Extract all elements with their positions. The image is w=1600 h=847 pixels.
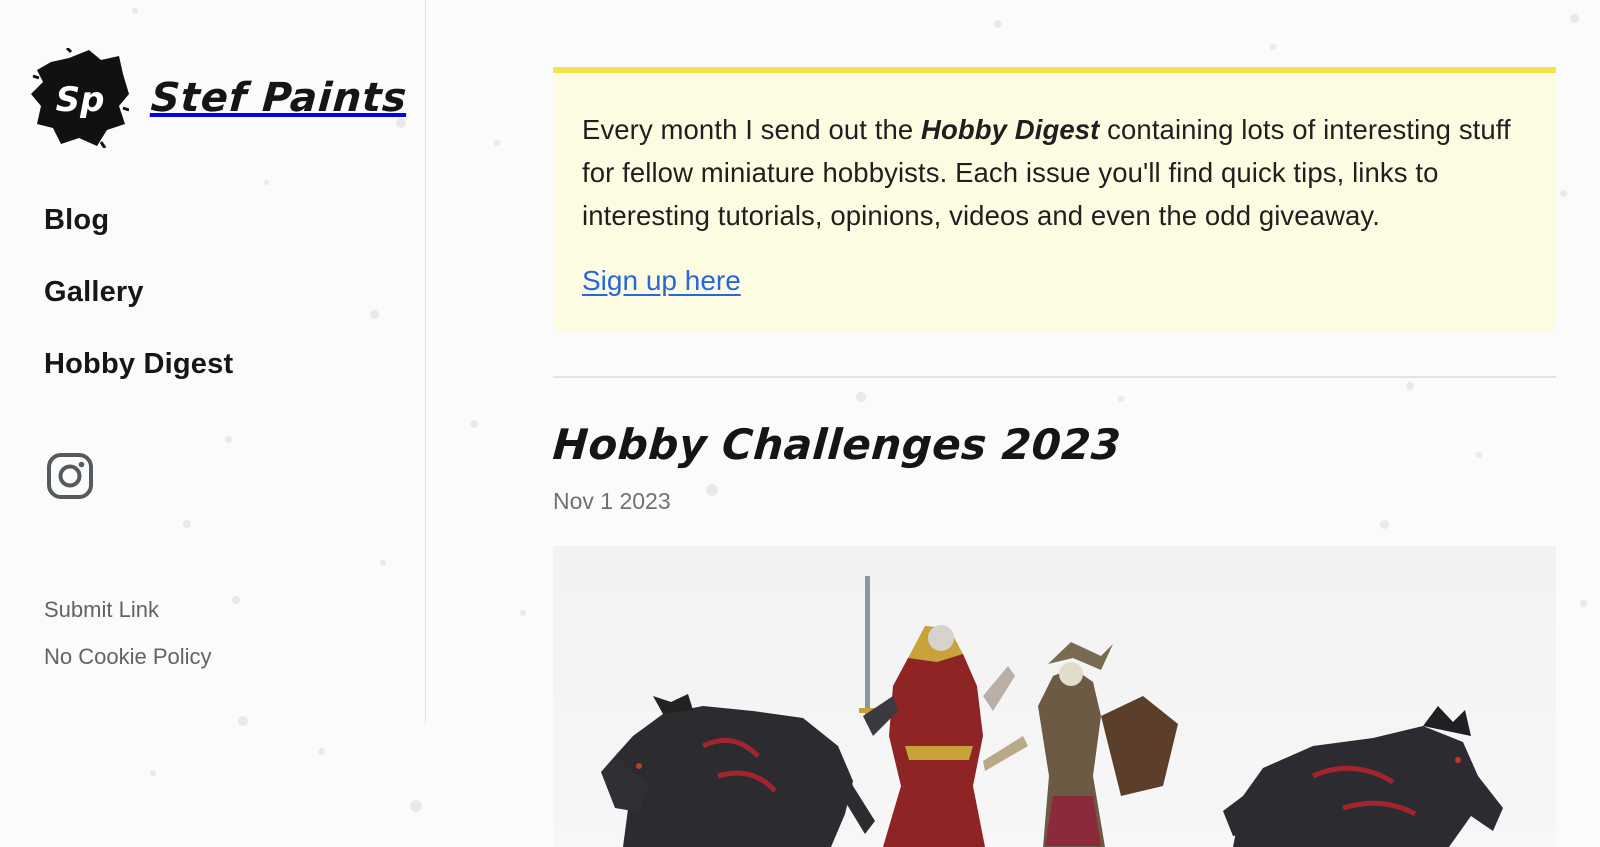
signup-link[interactable]: Sign up here (582, 265, 741, 297)
main-nav: Blog Gallery Hobby Digest (44, 204, 233, 420)
nav-link-gallery[interactable]: Gallery (44, 276, 144, 308)
footer-links: Submit Link No Cookie Policy (44, 597, 212, 691)
digest-name-emphasis: Hobby Digest (921, 114, 1100, 145)
instagram-icon (47, 453, 93, 499)
wolf-right (1223, 706, 1503, 847)
digest-description: Every month I send out the Hobby Digest … (582, 108, 1526, 237)
wolf-left (601, 694, 875, 847)
nav-item-gallery: Gallery (44, 276, 233, 348)
submit-link[interactable]: Submit Link (44, 597, 212, 644)
digest-callout: Every month I send out the Hobby Digest … (553, 67, 1556, 331)
cookie-policy-link[interactable]: No Cookie Policy (44, 644, 212, 691)
nav-link-hobby-digest[interactable]: Hobby Digest (44, 348, 233, 380)
digest-text-start: Every month I send out the (582, 114, 921, 145)
vampire-knight (859, 576, 1015, 847)
nav-item-blog: Blog (44, 204, 233, 276)
brush-logo-icon: Sp (31, 48, 129, 148)
post-date: Nov 1 2023 (553, 488, 671, 514)
svg-text:Sp: Sp (56, 80, 105, 120)
post-title[interactable]: Hobby Challenges 2023 (551, 420, 1122, 469)
sidebar: Sp Stef Paints Blog Gallery Hobby Digest… (0, 0, 426, 723)
instagram-link[interactable] (46, 452, 94, 500)
nav-item-hobby-digest: Hobby Digest (44, 348, 233, 420)
post-image[interactable] (553, 546, 1556, 847)
brand-home-link[interactable]: Sp Stef Paints (31, 48, 409, 148)
miniatures-illustration (601, 576, 1503, 847)
divider (553, 376, 1556, 378)
site-title: Stef Paints (149, 75, 409, 121)
nav-link-blog[interactable]: Blog (44, 204, 109, 236)
main-content: Every month I send out the Hobby Digest … (551, 0, 1556, 847)
